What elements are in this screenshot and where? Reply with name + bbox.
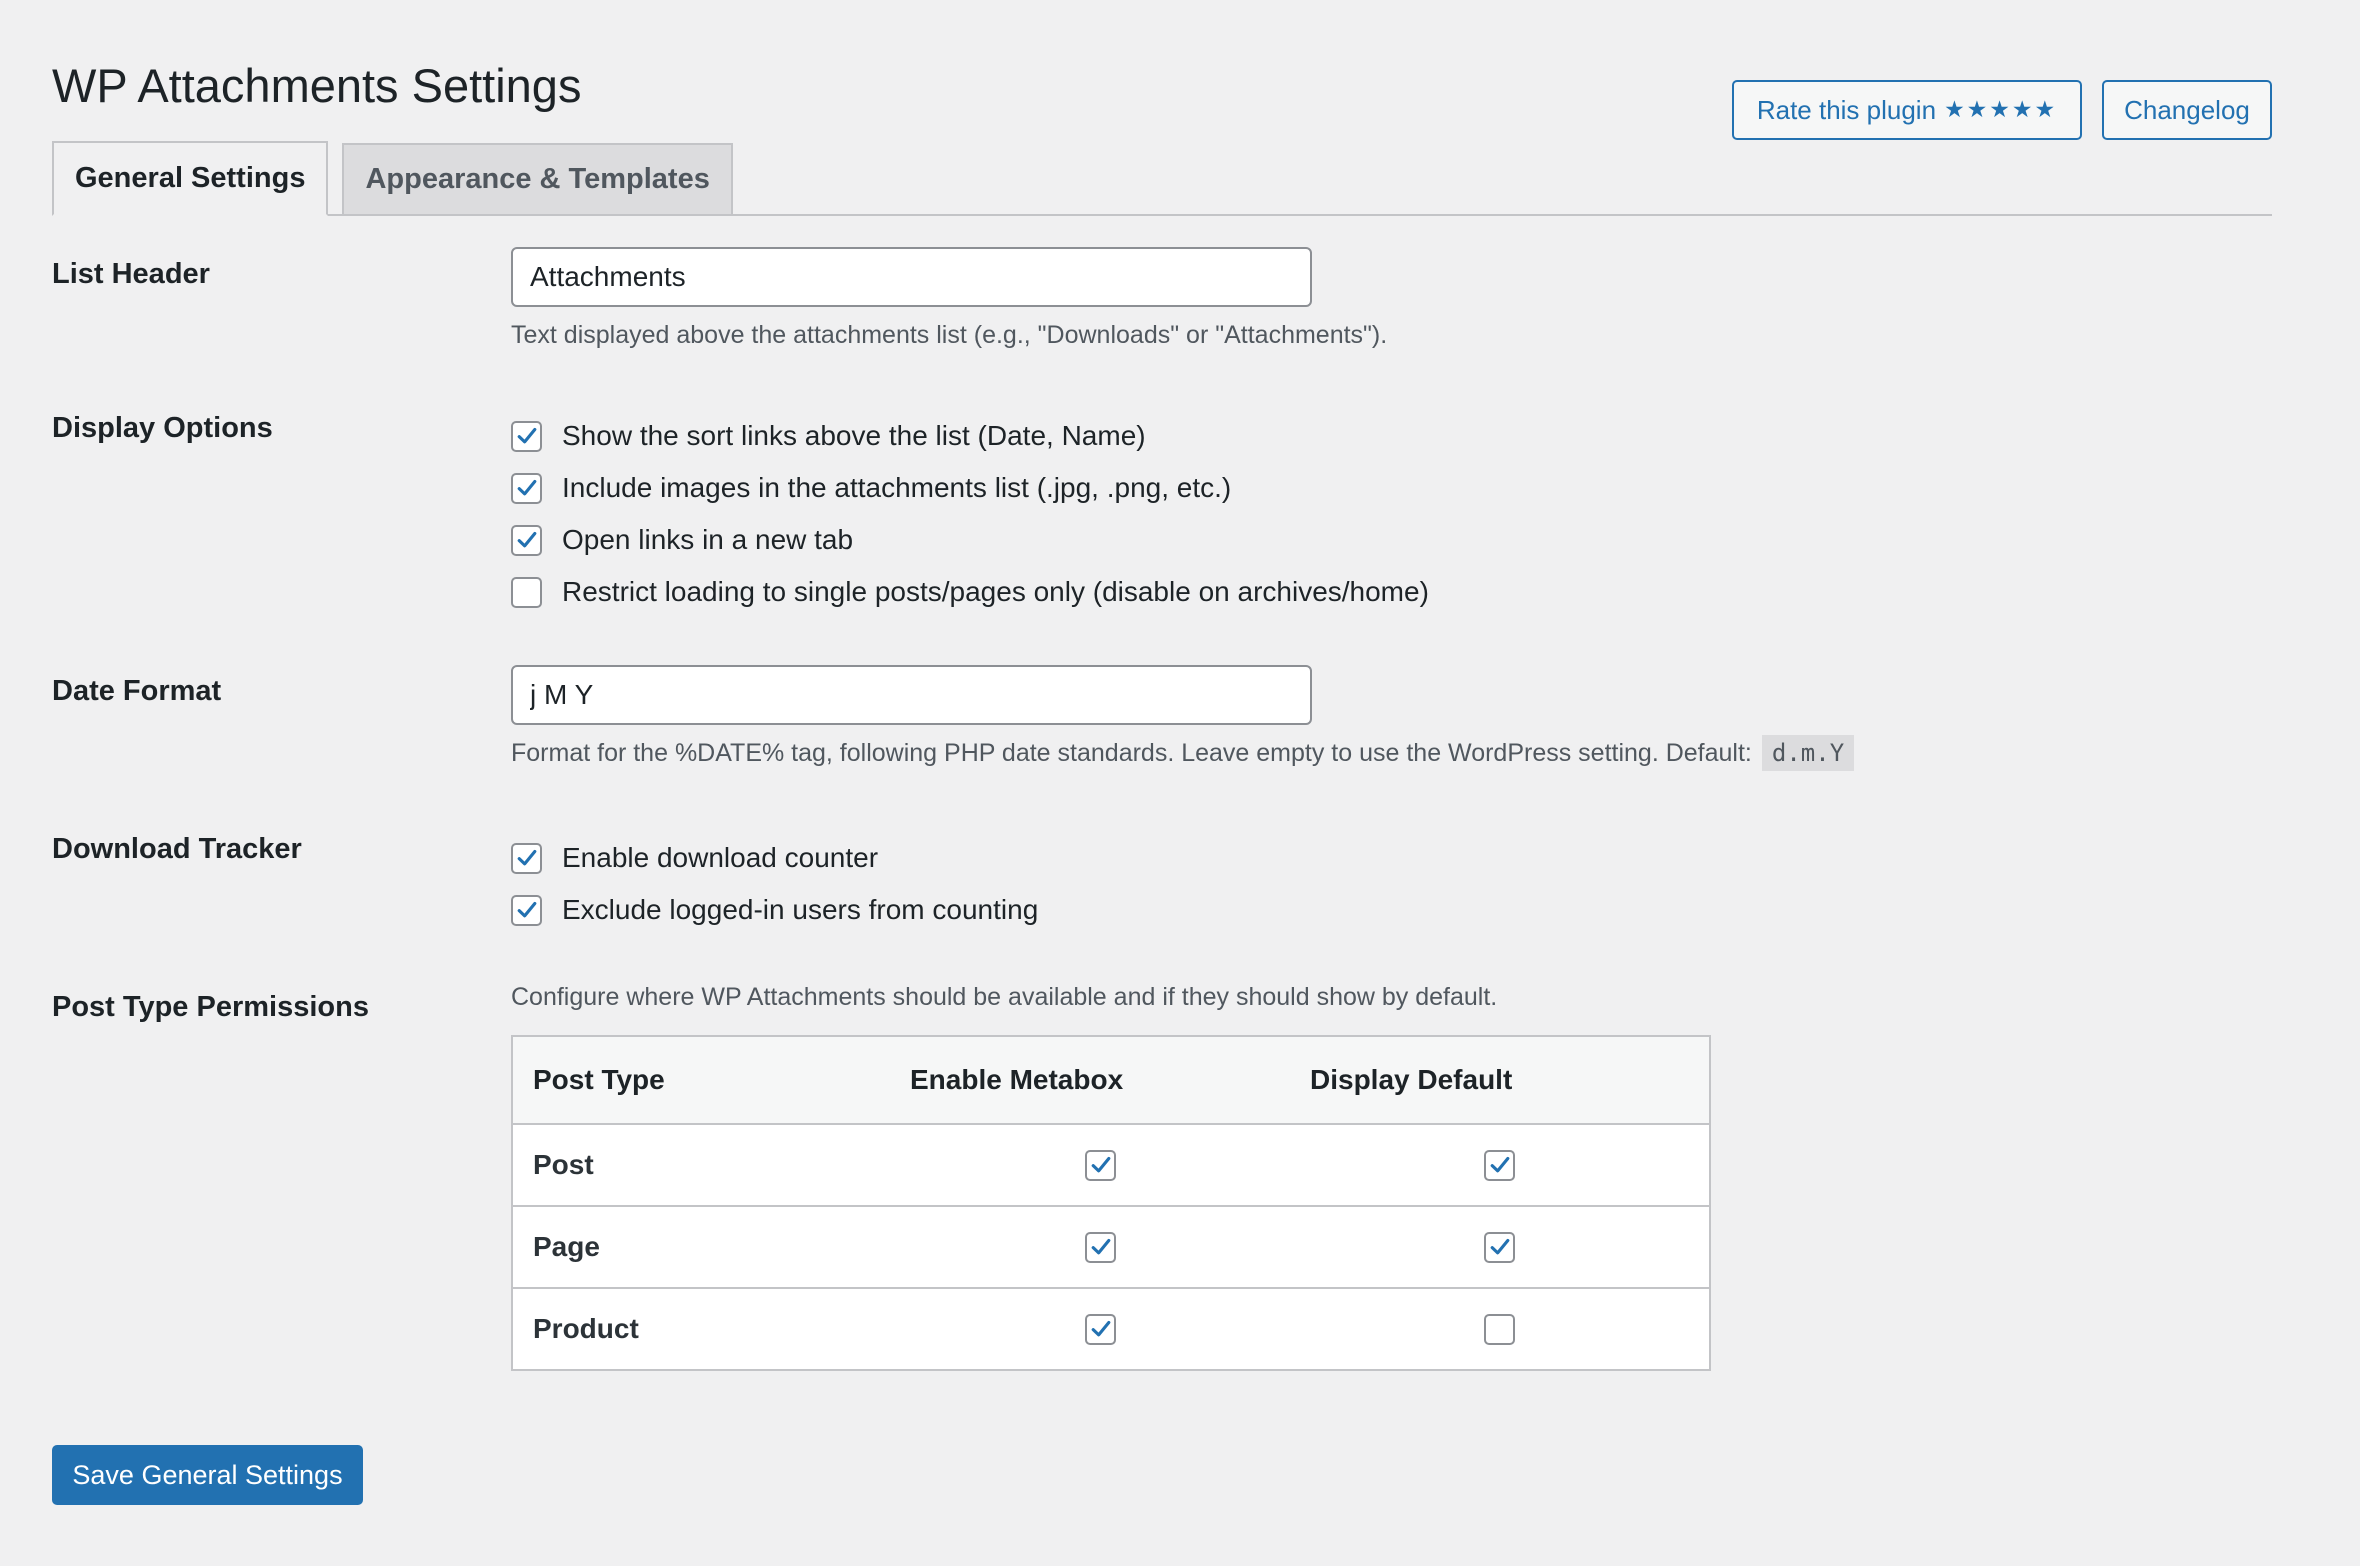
checkmark-icon: [517, 427, 536, 444]
metabox-cell: [910, 1206, 1310, 1289]
display-options-label: Display Options: [52, 412, 273, 444]
include-images-checkbox[interactable]: [511, 472, 542, 504]
include-images-label: Include images in the attachments list (…: [562, 472, 1232, 503]
post-type-permissions-description: Configure where WP Attachments should be…: [511, 983, 1498, 1011]
download-tracker-group: Enable download counter Exclude logged-i…: [511, 832, 1038, 936]
exclude-logged-in-label: Exclude logged-in users from counting: [562, 894, 1039, 925]
download-tracker-enable-counter[interactable]: Enable download counter: [511, 832, 1038, 884]
display-default-cell: [1310, 1288, 1710, 1370]
list-header-description: Text displayed above the attachments lis…: [511, 317, 1387, 353]
checkmark-icon: [1091, 1238, 1110, 1255]
date-format-default-code: d.m.Y: [1761, 735, 1855, 771]
date-format-input[interactable]: [511, 665, 1312, 725]
display-option-sort-links[interactable]: Show the sort links above the list (Date…: [511, 410, 1429, 462]
table-row: Page: [512, 1206, 1710, 1289]
date-format-description: Format for the %DATE% tag, following PHP…: [511, 735, 1855, 771]
list-header-input[interactable]: [511, 247, 1312, 307]
display-option-new-tab[interactable]: Open links in a new tab: [511, 514, 1429, 566]
enable-counter-label: Enable download counter: [562, 842, 879, 873]
checkmark-icon: [517, 531, 536, 548]
post-type-name: Page: [512, 1206, 910, 1289]
metabox-cell: [910, 1124, 1310, 1207]
download-tracker-exclude-logged-in[interactable]: Exclude logged-in users from counting: [511, 884, 1038, 936]
date-format-label: Date Format: [52, 675, 222, 707]
table-header-row: Post Type Enable Metabox Display Default: [512, 1036, 1710, 1125]
list-header-label: List Header: [52, 258, 210, 290]
restrict-loading-checkbox[interactable]: [511, 576, 542, 608]
checkmark-icon: [1490, 1238, 1509, 1255]
download-tracker-label: Download Tracker: [52, 833, 302, 865]
date-format-description-text: Format for the %DATE% tag, following PHP…: [511, 739, 1752, 767]
star-icon: ★★★★★: [1944, 97, 2058, 123]
list-header-description-text: Text displayed above the attachments lis…: [511, 321, 1388, 349]
list-header-field: Text displayed above the attachments lis…: [511, 247, 1387, 353]
table-row: Post: [512, 1124, 1710, 1207]
checkmark-icon: [1490, 1156, 1509, 1173]
metabox-checkbox-page[interactable]: [1085, 1231, 1116, 1263]
settings-tabs: General Settings Appearance & Templates: [52, 141, 2272, 216]
display-default-cell: [1310, 1206, 1710, 1289]
sort-links-checkbox[interactable]: [511, 420, 542, 452]
tab-appearance-templates[interactable]: Appearance & Templates: [342, 143, 733, 214]
post-type-permissions-label: Post Type Permissions: [52, 991, 369, 1023]
metabox-cell: [910, 1288, 1310, 1370]
checkmark-icon: [1091, 1320, 1110, 1337]
display-default-checkbox-product[interactable]: [1484, 1313, 1515, 1345]
rate-plugin-button[interactable]: Rate this plugin ★★★★★: [1732, 80, 2082, 140]
header-actions: Rate this plugin ★★★★★ Changelog: [1732, 80, 2272, 140]
display-options-group: Show the sort links above the list (Date…: [511, 410, 1429, 618]
checkmark-icon: [517, 901, 536, 918]
display-default-checkbox-page[interactable]: [1484, 1231, 1515, 1263]
display-option-include-images[interactable]: Include images in the attachments list (…: [511, 462, 1429, 514]
display-default-cell: [1310, 1124, 1710, 1207]
page-title: WP Attachments Settings: [52, 59, 582, 112]
table-row: Product: [512, 1288, 1710, 1370]
checkmark-icon: [517, 479, 536, 496]
exclude-logged-in-checkbox[interactable]: [511, 894, 542, 926]
column-header-post-type: Post Type: [512, 1036, 910, 1125]
post-type-permissions-field: Configure where WP Attachments should be…: [511, 979, 1711, 1371]
column-header-enable-metabox: Enable Metabox: [910, 1036, 1310, 1125]
post-type-name: Post: [512, 1124, 910, 1207]
tab-general-settings[interactable]: General Settings: [52, 141, 329, 216]
new-tab-label: Open links in a new tab: [562, 524, 854, 555]
changelog-button[interactable]: Changelog: [2102, 80, 2272, 140]
display-option-restrict-loading[interactable]: Restrict loading to single posts/pages o…: [511, 566, 1429, 618]
date-format-field: Format for the %DATE% tag, following PHP…: [511, 665, 1855, 771]
checkmark-icon: [517, 849, 536, 866]
display-default-checkbox-post[interactable]: [1484, 1149, 1515, 1181]
enable-counter-checkbox[interactable]: [511, 842, 542, 874]
checkmark-icon: [1091, 1156, 1110, 1173]
sort-links-label: Show the sort links above the list (Date…: [562, 420, 1146, 451]
post-type-name: Product: [533, 1313, 639, 1344]
restrict-loading-label: Restrict loading to single posts/pages o…: [562, 576, 1429, 607]
metabox-checkbox-product[interactable]: [1085, 1313, 1116, 1345]
save-general-settings-button[interactable]: Save General Settings: [52, 1445, 363, 1505]
settings-page: WP Attachments Settings Rate this plugin…: [0, 0, 2360, 1566]
post-type-permissions-table: Post Type Enable Metabox Display Default…: [511, 1035, 1711, 1371]
column-header-display-default: Display Default: [1310, 1036, 1710, 1125]
metabox-checkbox-post[interactable]: [1085, 1149, 1116, 1181]
new-tab-checkbox[interactable]: [511, 524, 542, 556]
rate-plugin-label: Rate this plugin: [1756, 94, 1937, 125]
